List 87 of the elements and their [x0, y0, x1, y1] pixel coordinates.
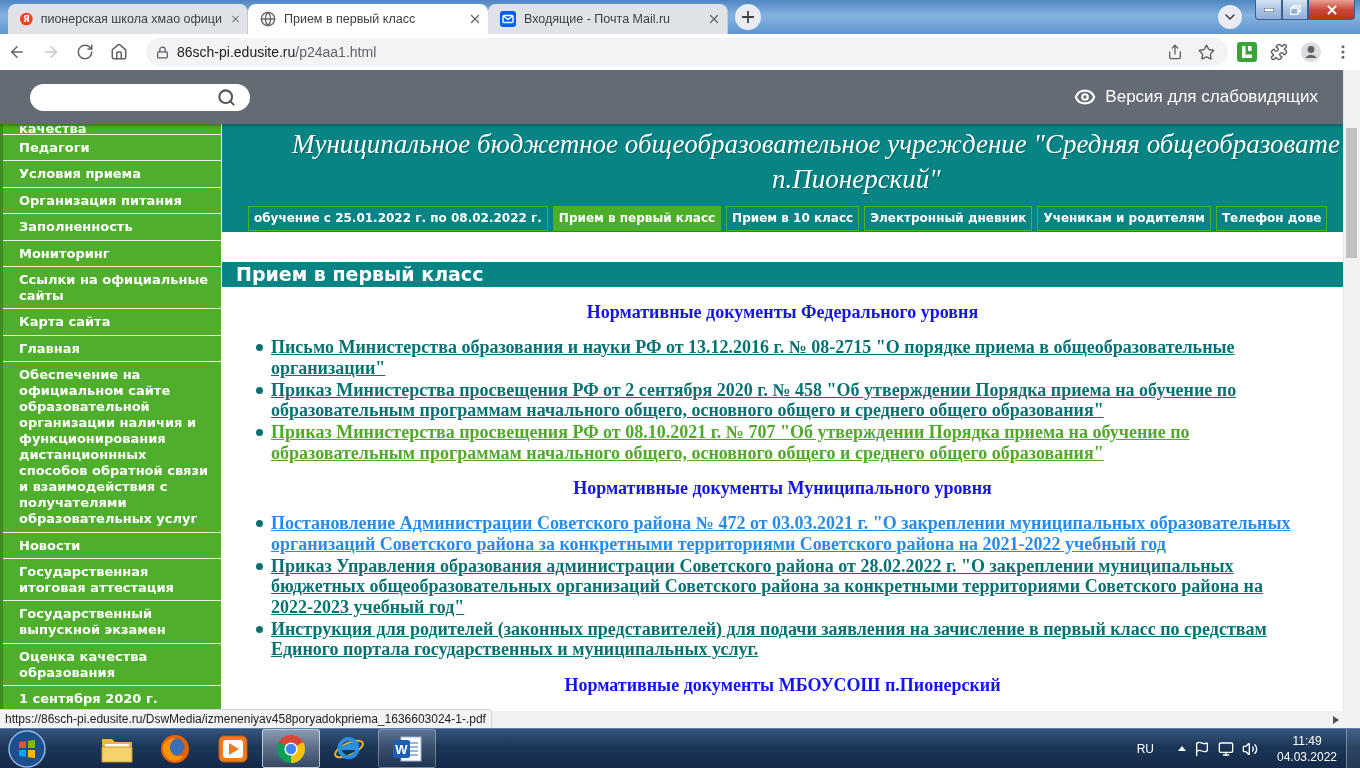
minimize-icon: [1263, 7, 1274, 12]
bullet-icon: [256, 386, 263, 394]
address-bar[interactable]: 86sch-pi.edusite.ru/p24aa1.html: [146, 38, 1228, 66]
close-icon[interactable]: [468, 12, 482, 26]
bullet-icon: [256, 344, 263, 351]
sidebar-link[interactable]: Карта сайта: [3, 309, 221, 336]
sidebar-link[interactable]: Условия приема: [3, 161, 221, 188]
home-icon[interactable]: [110, 43, 128, 61]
document-link[interactable]: Письмо Министерства образования и науки РФ от 13.12.2016 г. № 08-2715 "О порядке приема в общеобразовательные организации": [271, 337, 1305, 378]
share-icon[interactable]: [1167, 44, 1183, 60]
sidebar-link[interactable]: Ссылки на официальные сайты: [3, 266, 221, 310]
lock-icon[interactable]: [156, 45, 169, 59]
minimize-button[interactable]: [1255, 0, 1282, 20]
scroll-right-icon[interactable]: [1333, 715, 1339, 724]
school-title: Муниципальное бюджетное общеобразовательное учреждение "Средняя общеобразовате: [290, 128, 1341, 161]
section-heading: Нормативные документы МБОУСОШ п.Пионерский: [563, 674, 1002, 695]
menu-link[interactable]: Прием в 10 класс: [726, 206, 860, 231]
menu-link[interactable]: Прием в первый класс: [552, 206, 722, 231]
round-logo-icon: [276, 733, 306, 764]
language-indicator[interactable]: RU: [1136, 741, 1154, 756]
maximize-button[interactable]: [1282, 0, 1308, 20]
play-tile-icon[interactable]: [218, 734, 248, 763]
menu-link[interactable]: Телефон дове: [1215, 206, 1328, 231]
bullet-icon: [256, 520, 263, 527]
sidebar-link[interactable]: Новости: [3, 532, 221, 559]
flag-icon[interactable]: [1194, 740, 1210, 757]
section-heading: Нормативные документы Федерального уровня: [585, 302, 980, 322]
network-icon[interactable]: [1218, 740, 1234, 757]
profile-icon[interactable]: [1301, 42, 1321, 62]
section-title: Прием в первый класс: [222, 262, 1343, 287]
sidebar-link[interactable]: Мониторинг: [3, 240, 221, 267]
extensions-icon[interactable]: [1270, 43, 1288, 61]
vertical-scrollbar[interactable]: [1343, 70, 1360, 711]
new-tab-button[interactable]: [735, 4, 761, 30]
school-title: п.Пионерский": [771, 163, 942, 196]
show-desktop-button[interactable]: [1346, 728, 1360, 768]
speaker-icon[interactable]: [1242, 740, 1258, 757]
document-link[interactable]: Приказ Управления образования администрации Советского района от 28.02.2022 г. "О закреплении муниципальных бюджетных общеобразовательных организаций Советского района за конкретными территориями Советского района на 2022-2023 учебный год": [271, 555, 1305, 617]
fox-globe-icon[interactable]: [160, 733, 190, 764]
sidebar-link[interactable]: Заполненность: [3, 214, 221, 241]
search-field[interactable]: [30, 83, 250, 111]
status-url-tooltip: https://86sch-pi.edusite.ru/DswMedia/izmeneniyav458poryadokpriema_1636603024-1-.pdf: [0, 709, 492, 728]
clock-date: 04.03.2022: [1276, 748, 1338, 765]
sidebar-link[interactable]: Обеспечение на официальном сайте образовательной организации наличия и функционирования дистанционнных способов обратной связи и взаимодействия с получателями образовательных услуг: [3, 362, 221, 533]
document-link[interactable]: Приказ Министерства просвещения РФ от 08.10.2021 г. № 707 "Об утверждении Порядка приема на обучение по образовательным программам начального общего, основного общего и среднего общего образования": [271, 422, 1305, 463]
restore-icon: [1289, 4, 1301, 15]
browser-tab[interactable]: Я пионерская школа хмао офици: [8, 4, 248, 34]
section-heading: Нормативные документы Муниципального уровня: [572, 478, 993, 498]
sidebar-link[interactable]: Государственный выпускной экзамен: [3, 601, 221, 644]
scrollbar-thumb[interactable]: [1346, 128, 1357, 258]
sidebar-link[interactable]: Организация питания: [3, 187, 221, 215]
sidebar-link[interactable]: Государственная итоговая аттестация: [3, 558, 221, 602]
browser-tab[interactable]: Входящие - Почта Mail.ru: [488, 4, 728, 34]
globe-icon: [260, 11, 276, 27]
sidebar-link[interactable]: Педагоги: [3, 135, 221, 162]
plus-icon: [739, 8, 757, 26]
close-icon[interactable]: [707, 12, 721, 26]
taskbar-button[interactable]: W: [378, 729, 436, 768]
document-link[interactable]: Постановление Администрации Советского района № 472 от 03.03.2021 г. "О закреплении муниципальных образовательных организаций Советского района за конкретными территориями Советского района на 2021-2022 учебный год: [271, 513, 1305, 554]
sidebar-link[interactable]: качества: [3, 124, 221, 135]
letter-circle-icon: Я: [20, 11, 33, 27]
document-link[interactable]: Инструкция для родителей (законных представителей) для подачи заявления на зачисление в первый класс по средствам Единого портала государственных и муниципальных услуг.: [271, 618, 1305, 660]
menu-link[interactable]: обучение с 25.01.2022 г. по 08.02.2022 г.: [248, 206, 548, 231]
search-icon[interactable]: [217, 87, 236, 107]
up-triangle-icon[interactable]: [1178, 746, 1186, 751]
sidebar-link[interactable]: Оценка качества образования: [3, 643, 221, 687]
envelope-icon: [500, 11, 516, 27]
bullet-icon: [256, 562, 263, 570]
star-icon[interactable]: [1198, 43, 1215, 61]
menu-link[interactable]: Ученикам и родителям: [1037, 206, 1211, 231]
low-vision-version-link[interactable]: Версия для слабовидящих: [1074, 86, 1318, 108]
browser-tab[interactable]: Прием в первый класс: [248, 4, 488, 34]
sidebar-link[interactable]: Главная: [3, 335, 221, 363]
back-icon[interactable]: [8, 43, 26, 61]
clock-time: 11:49: [1292, 732, 1322, 749]
reload-icon[interactable]: [76, 43, 94, 61]
address-url: 86sch-pi.edusite.ru/p24aa1.html: [177, 44, 377, 60]
extension-tile-icon[interactable]: [1237, 42, 1257, 62]
bullet-icon: [256, 625, 263, 633]
menu-link[interactable]: Электронный дневник: [864, 206, 1033, 231]
start-orb-icon[interactable]: [8, 729, 46, 768]
close-window-button[interactable]: [1308, 0, 1355, 20]
taskbar-button[interactable]: [262, 729, 320, 768]
bullet-icon: [256, 429, 263, 436]
clock[interactable]: 11:49 04.03.2022: [1272, 732, 1342, 765]
document-link[interactable]: Приказ Министерства просвещения РФ от 2 сентября 2020 г. № 458 "Об утверждении Порядка приема на обучение по образовательным программам начального общего, основного общего и среднего общего образования": [271, 379, 1305, 421]
tab-search-button[interactable]: [1218, 5, 1242, 29]
